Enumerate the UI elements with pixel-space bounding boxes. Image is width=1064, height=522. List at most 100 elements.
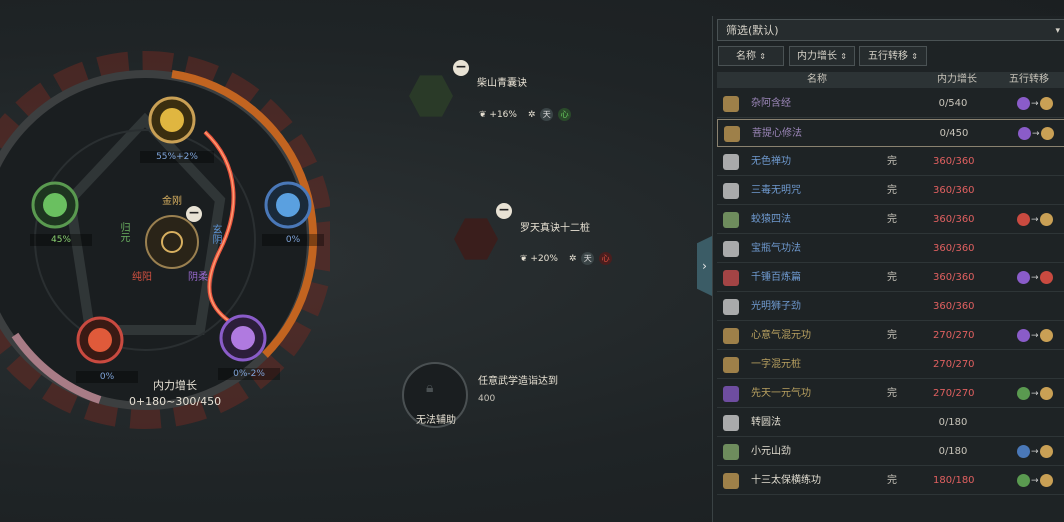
skill-icon: [723, 473, 739, 489]
row-power-value: 270/270: [933, 388, 975, 399]
sort-element-label: 五行转移: [868, 51, 909, 62]
arrow-right-icon: →: [1031, 476, 1039, 486]
lock-icon: 🔒︎: [426, 380, 434, 396]
element-to-icon: [1039, 445, 1053, 458]
panel-toggle-chevron-icon[interactable]: ›: [697, 236, 712, 296]
stat-icon: ❦: [520, 254, 531, 264]
row-element-transfer: →: [1017, 387, 1053, 401]
table-row[interactable]: 菩提心修法 0/450 →: [717, 119, 1064, 147]
center-remove-button[interactable]: −: [186, 206, 202, 222]
node-right-icon: [276, 193, 300, 217]
row-power-value: 360/360: [933, 185, 975, 196]
table-row[interactable]: 光明狮子劲 360/360: [717, 293, 1064, 321]
element-from-icon: [1017, 445, 1030, 458]
locked-slot-requirement: 任意武学造诣达到: [478, 376, 558, 387]
label-xuanyin: 玄阴: [210, 224, 221, 244]
element-from-icon: [1018, 127, 1031, 140]
element-from-icon: [1017, 387, 1030, 400]
arrow-right-icon: →: [1031, 215, 1039, 225]
assist-skill-1-bonus: +16%: [489, 110, 517, 120]
arrow-right-icon: →: [1031, 447, 1039, 457]
skill-icon: [723, 96, 739, 112]
assist-skill-2-remove[interactable]: −: [496, 203, 512, 219]
row-power-value: 360/360: [933, 156, 975, 167]
sort-power-button[interactable]: 内力增长 ⇕: [789, 46, 855, 66]
neili-wheel: 55%+2% 45% 0% 0% 0%-2% 金刚 − 归元 玄阴 纯阳 阴柔 …: [0, 0, 330, 522]
sort-name-button[interactable]: 名称 ⇕: [718, 46, 784, 66]
row-element-transfer: →: [1017, 271, 1053, 285]
skill-icon: [723, 386, 739, 402]
table-row[interactable]: 千锤百炼篇 完 360/360 →: [717, 264, 1064, 292]
row-done-mark: 完: [887, 156, 897, 167]
row-power-value: 360/360: [933, 243, 975, 254]
assist-skill-2-bonus: +20%: [530, 254, 558, 264]
assist-skill-1-remove[interactable]: −: [453, 60, 469, 76]
element-from-icon: [1017, 329, 1030, 342]
sort-icon: ⇕: [911, 52, 918, 61]
row-power-value: 360/360: [933, 272, 975, 283]
locked-slot-text: 无法辅助: [416, 415, 456, 426]
table-row[interactable]: 宝瓶气功法 360/360: [717, 235, 1064, 263]
table-row[interactable]: 十三太保横练功 完 180/180 →: [717, 467, 1064, 495]
node-top-icon: [160, 108, 184, 132]
sparkle-icon: ✲: [527, 110, 536, 120]
right-node-pct: 0%: [262, 234, 324, 246]
assist-skill-2-stat: ❦ +20% ✲ 天 心: [520, 252, 613, 265]
row-element-transfer: →: [1017, 329, 1053, 343]
center-node[interactable]: [145, 215, 199, 269]
row-skill-name: 十三太保横练功: [751, 475, 821, 486]
row-element-transfer: →: [1017, 213, 1053, 227]
skill-icon: [723, 270, 739, 286]
node-left-icon: [43, 193, 67, 217]
element-from-icon: [1017, 97, 1030, 110]
row-power-value: 180/180: [933, 475, 975, 486]
skill-icon: [723, 299, 739, 315]
row-done-mark: 完: [887, 272, 897, 283]
table-row[interactable]: 转圆法 0/180: [717, 409, 1064, 437]
table-row[interactable]: 无色禅功 完 360/360: [717, 148, 1064, 176]
arrow-right-icon: →: [1031, 273, 1039, 283]
arrow-right-icon: →: [1031, 389, 1039, 399]
filter-dropdown[interactable]: 筛选(默认) ▾: [717, 19, 1064, 41]
row-skill-name: 心意气混元功: [751, 330, 811, 341]
skill-icon: [723, 444, 739, 460]
table-row[interactable]: 杂阿含经 0/540 →: [717, 90, 1064, 118]
sort-power-label: 内力增长: [797, 51, 838, 62]
row-done-mark: 完: [887, 330, 897, 341]
row-element-transfer: →: [1017, 474, 1053, 488]
element-to-icon: [1039, 97, 1053, 110]
element-to-icon: [1039, 387, 1053, 400]
row-power-value: 0/180: [938, 446, 968, 457]
element-from-icon: [1017, 271, 1030, 284]
badge-tian: 天: [540, 108, 554, 121]
row-skill-name: 菩提心修法: [752, 128, 802, 139]
badge-tian: 天: [581, 252, 595, 265]
sort-icon: ⇕: [840, 52, 847, 61]
skill-icon: [723, 183, 739, 199]
label-yinrou: 阴柔: [188, 272, 208, 283]
row-element-transfer: →: [1017, 445, 1053, 459]
stat-icon: ❦: [479, 110, 490, 120]
label-chunyang: 纯阳: [132, 272, 152, 283]
table-row[interactable]: 蛟猿四法 完 360/360 →: [717, 206, 1064, 234]
assist-skill-1-stat: ❦ +16% ✲ 天 心: [479, 108, 572, 121]
table-row[interactable]: 一字混元桩 270/270: [717, 351, 1064, 379]
row-element-transfer: →: [1018, 127, 1054, 141]
node-bottomright-icon: [231, 326, 255, 350]
power-value: 0+180~300/450: [128, 395, 222, 408]
row-power-value: 0/180: [938, 417, 968, 428]
table-row[interactable]: 三毒无明咒 完 360/360: [717, 177, 1064, 205]
row-done-mark: 完: [887, 185, 897, 196]
skill-icon: [723, 415, 739, 431]
row-power-value: 360/360: [933, 214, 975, 225]
table-row[interactable]: 先天一元气功 完 270/270 →: [717, 380, 1064, 408]
element-from-icon: [1017, 213, 1030, 226]
top-node-pct: 55%+2%: [140, 151, 214, 163]
row-skill-name: 杂阿含经: [751, 98, 791, 109]
table-row[interactable]: 心意气混元功 完 270/270 →: [717, 322, 1064, 350]
row-skill-name: 光明狮子劲: [751, 301, 801, 312]
row-power-value: 0/450: [939, 128, 969, 139]
table-row[interactable]: 小元山劲 0/180 →: [717, 438, 1064, 466]
skill-icon: [723, 328, 739, 344]
sort-element-button[interactable]: 五行转移 ⇕: [859, 46, 927, 66]
